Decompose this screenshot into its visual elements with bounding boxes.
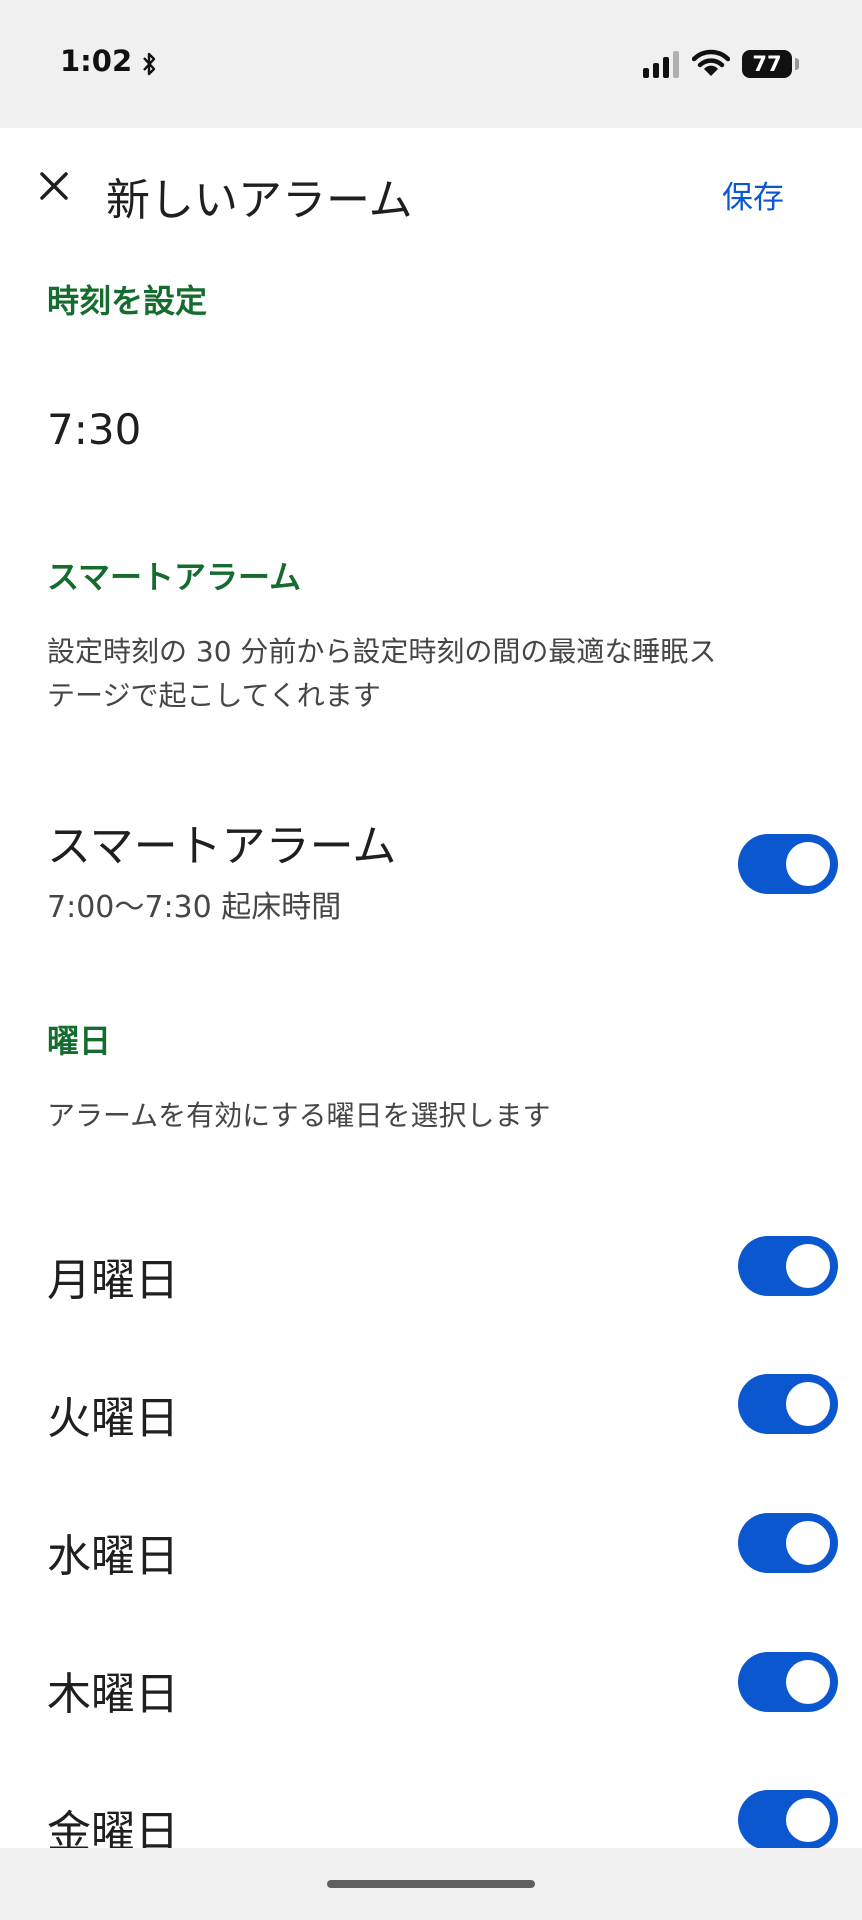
smart-alarm-time-range: 7:00～7:30 起床時間 bbox=[47, 890, 342, 925]
home-indicator[interactable] bbox=[327, 1880, 535, 1888]
close-button[interactable] bbox=[30, 162, 78, 210]
weekdays-section-title: 曜日 bbox=[47, 1022, 112, 1060]
page-title: 新しいアラーム bbox=[106, 175, 413, 226]
wednesday-toggle[interactable] bbox=[738, 1513, 838, 1573]
tuesday-toggle[interactable] bbox=[738, 1374, 838, 1434]
toggle-thumb bbox=[786, 1382, 830, 1426]
weekday-label: 火曜日 bbox=[47, 1393, 179, 1444]
toggle-thumb bbox=[786, 842, 830, 886]
close-icon bbox=[30, 172, 78, 214]
weekday-label: 月曜日 bbox=[47, 1255, 179, 1306]
monday-toggle[interactable] bbox=[738, 1236, 838, 1296]
alarm-time[interactable]: 7:30 bbox=[47, 405, 141, 454]
battery-icon: 77 bbox=[742, 50, 792, 78]
toggle-thumb bbox=[786, 1244, 830, 1288]
status-time: 1:02 bbox=[60, 44, 133, 78]
weekday-label: 水曜日 bbox=[47, 1531, 179, 1582]
app-bar: 新しいアラーム 保存 bbox=[0, 128, 862, 258]
save-button[interactable]: 保存 bbox=[722, 172, 784, 217]
thursday-toggle[interactable] bbox=[738, 1652, 838, 1712]
toggle-thumb bbox=[786, 1798, 830, 1842]
status-bar: 1:02 77 bbox=[0, 0, 862, 128]
time-section-title: 時刻を設定 bbox=[47, 282, 208, 320]
toggle-thumb bbox=[786, 1660, 830, 1704]
smart-alarm-toggle[interactable] bbox=[738, 834, 838, 894]
smart-alarm-description-line2: テージで起こしてくれます bbox=[47, 679, 381, 712]
smart-alarm-description: 設定時刻の 30 分前から設定時刻の間の最適な睡眠ス テージで起こしてくれます bbox=[47, 630, 716, 718]
smart-alarm-label: スマートアラーム bbox=[47, 821, 397, 872]
wifi-icon bbox=[691, 48, 731, 82]
weekday-label: 木曜日 bbox=[47, 1669, 179, 1720]
smart-alarm-description-line1: 設定時刻の 30 分前から設定時刻の間の最適な睡眠ス bbox=[47, 635, 717, 668]
friday-toggle[interactable] bbox=[738, 1790, 838, 1850]
battery-cap bbox=[795, 58, 799, 70]
weekdays-description: アラームを有効にする曜日を選択します bbox=[47, 1099, 551, 1132]
cellular-signal-icon bbox=[643, 50, 681, 82]
bluetooth-icon bbox=[141, 51, 157, 81]
toggle-thumb bbox=[786, 1521, 830, 1565]
smart-alarm-section-title: スマートアラーム bbox=[47, 558, 302, 596]
